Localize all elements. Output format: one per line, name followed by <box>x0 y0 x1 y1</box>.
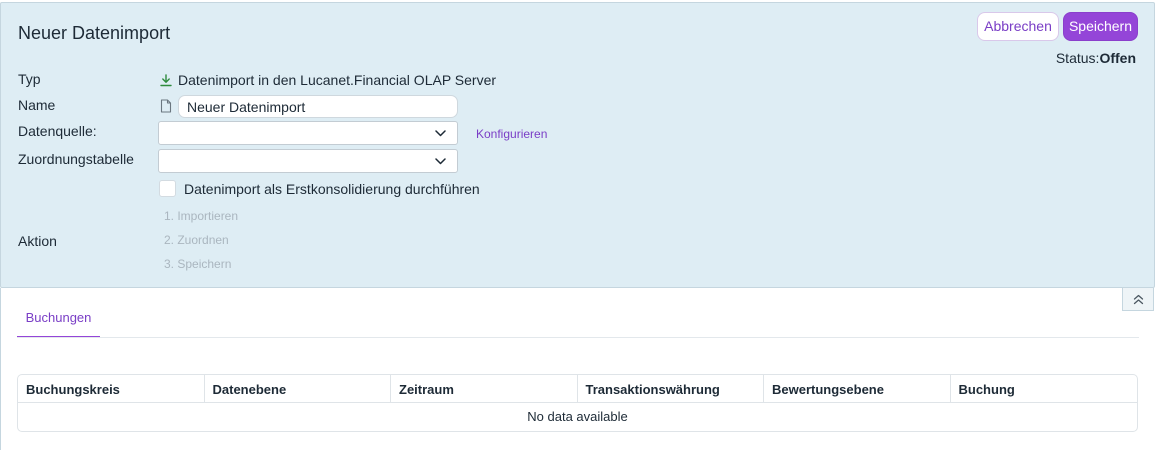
step-speichern: 3. Speichern <box>164 257 232 271</box>
column-header-zeitraum[interactable]: Zeitraum <box>391 375 578 402</box>
cancel-button[interactable]: Abbrechen <box>977 12 1059 41</box>
page-border <box>0 288 1 450</box>
status-value: Offen <box>1099 50 1136 66</box>
collapse-panel-button[interactable] <box>1122 288 1154 311</box>
erstkonsolidierung-label: Datenimport als Erstkonsolidierung durch… <box>184 181 480 197</box>
column-header-datenebene[interactable]: Datenebene <box>205 375 391 402</box>
zuordnungstabelle-label: Zuordnungstabelle <box>18 151 134 167</box>
column-header-buchungskreis[interactable]: Buchungskreis <box>18 375 205 402</box>
chevron-down-icon <box>435 158 446 165</box>
table-empty-message: No data available <box>527 409 628 424</box>
datenquelle-select[interactable] <box>158 121 458 145</box>
erstkonsolidierung-checkbox[interactable] <box>159 180 176 197</box>
chevron-down-icon <box>435 130 446 137</box>
tab-divider <box>17 337 1139 338</box>
buchungen-table: Buchungskreis Datenebene Zeitraum Transa… <box>17 374 1138 432</box>
typ-value: Datenimport in den Lucanet.Financial OLA… <box>178 72 497 88</box>
column-header-transaktionswaehrung[interactable]: Transaktionswährung <box>578 375 764 402</box>
status-indicator: Status:Offen <box>1056 50 1136 66</box>
column-header-buchung[interactable]: Buchung <box>951 375 1138 402</box>
double-chevron-up-icon <box>1133 294 1144 305</box>
document-icon <box>160 99 172 113</box>
configure-link[interactable]: Konfigurieren <box>476 127 547 141</box>
datenquelle-label: Datenquelle: <box>18 123 97 139</box>
save-button[interactable]: Speichern <box>1063 12 1138 41</box>
column-header-bewertungsebene[interactable]: Bewertungsebene <box>764 375 951 402</box>
step-importieren: 1. Importieren <box>164 209 239 223</box>
table-header: Buchungskreis Datenebene Zeitraum Transa… <box>18 375 1137 403</box>
download-icon <box>160 73 172 86</box>
import-header-panel: Neuer Datenimport Abbrechen Speichern St… <box>0 2 1155 288</box>
aktion-label: Aktion <box>18 233 57 249</box>
page-title: Neuer Datenimport <box>18 23 171 43</box>
typ-value-row: Datenimport in den Lucanet.Financial OLA… <box>160 72 496 88</box>
zuordnungstabelle-select[interactable] <box>158 149 458 173</box>
status-label: Status: <box>1055 50 1100 66</box>
name-label: Name <box>18 97 56 113</box>
name-input[interactable]: Neuer Datenimport <box>178 95 458 118</box>
typ-label: Typ <box>18 71 41 87</box>
step-zuordnen: 2. Zuordnen <box>164 233 229 247</box>
tab-buchungen[interactable]: Buchungen <box>17 303 100 338</box>
